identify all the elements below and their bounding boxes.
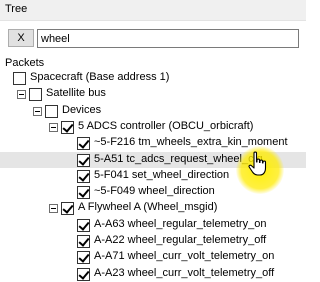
tree-row-label: 5-F041 set_wheel_direction [94,168,230,181]
tree-checkbox[interactable] [61,120,74,134]
collapse-toggle-icon[interactable] [17,90,26,100]
window-title: Tree [5,3,28,15]
tree-checkbox[interactable] [77,137,90,151]
tree-row-label: A-A22 wheel_regular_telemetry_off [94,234,267,246]
tree-row[interactable]: Spacecraft (Base address 1) [0,70,306,86]
tree-checkbox[interactable] [13,72,26,85]
tree-checkbox[interactable] [61,202,74,216]
tree-row-label: A Flywheel A (Wheel_msgid) [78,201,218,214]
tree-row-label: A-A23 wheel_curr_volt_telemetry_off [94,266,275,279]
collapse-toggle-icon[interactable] [49,204,58,214]
tree-row[interactable]: Satellite bus [0,86,306,102]
tree-row-label: A-A71 wheel_curr_volt_telemetry_on [94,250,275,263]
clear-search-button[interactable]: X [8,29,34,47]
window-titlebar: Tree [0,0,306,21]
tree-row[interactable]: A Flywheel A (Wheel_msgid) [0,200,306,216]
tree-checkbox[interactable] [77,235,90,248]
search-input[interactable] [37,29,299,48]
tree-row[interactable]: A-A63 wheel_regular_telemetry_on [0,217,306,233]
tree-row[interactable]: A-A22 wheel_regular_telemetry_off [0,233,306,249]
tree-row[interactable]: Devices [0,103,306,119]
tree-row[interactable]: A-A71 wheel_curr_volt_telemetry_on [0,249,306,265]
tree-row-label: Satellite bus [46,87,106,100]
tree-row[interactable]: 5 ADCS controller (OBCU_orbicraft) [0,119,306,135]
tree-checkbox[interactable] [45,104,58,118]
tree-checkbox[interactable] [77,251,90,265]
tree-row[interactable]: A-A23 wheel_curr_volt_telemetry_off [0,266,306,282]
tree-checkbox[interactable] [77,153,90,167]
tree-row-label: 5 ADCS controller (OBCU_orbicraft) [78,119,254,132]
tree-checkbox[interactable] [29,88,42,102]
collapse-toggle-icon[interactable] [49,122,58,132]
tree-row-label: Spacecraft (Base address 1) [30,71,170,83]
tree-checkbox[interactable] [77,218,90,232]
tree-row-label: ~5-F049 wheel_direction [94,185,215,198]
tree-checkbox[interactable] [77,169,90,183]
tree-row-label: Devices [62,103,102,116]
collapse-toggle-icon[interactable] [33,106,42,116]
hand-pointer-icon [248,151,267,176]
tree-row-label: A-A63 wheel_regular_telemetry_on [94,217,267,230]
tree-checkbox[interactable] [77,267,90,281]
tree-checkbox[interactable] [77,186,90,200]
packets-heading: Packets [5,57,45,69]
